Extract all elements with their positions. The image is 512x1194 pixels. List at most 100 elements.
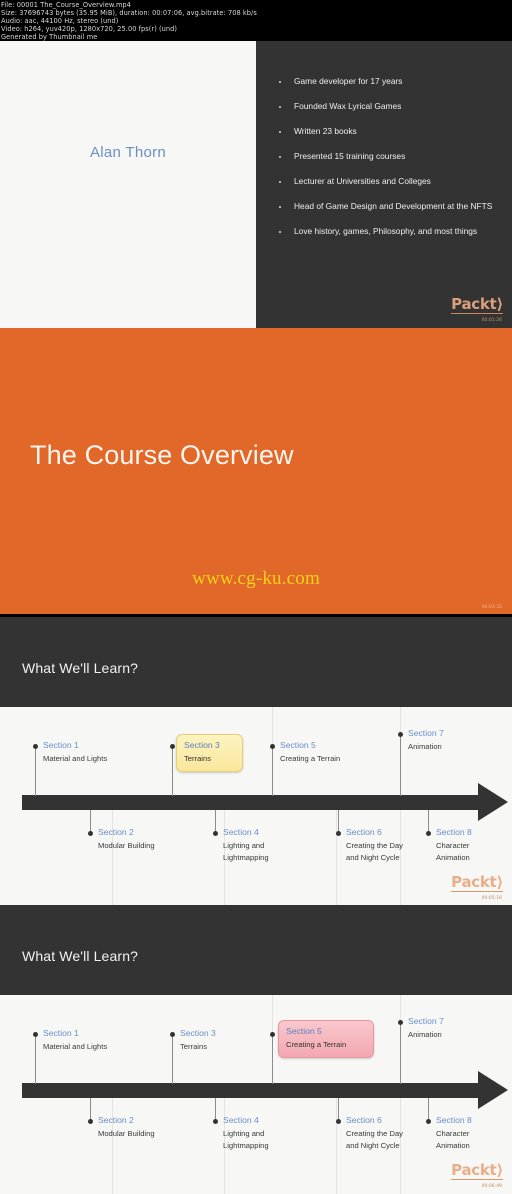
bio-text: Head of Game Design and Development at t… (294, 201, 493, 211)
presenter-panel: Alan Thorn (0, 41, 256, 328)
packt-logo: Packt⟩ (451, 875, 503, 892)
timeline-leader-line (272, 747, 273, 796)
course-timeline: Section 1 Material and Lights Section 3 … (0, 995, 512, 1194)
bullet-dot-icon (279, 180, 281, 183)
timeline-arrow-icon (478, 1071, 508, 1109)
node-title: Section 2 (98, 827, 134, 837)
node-description: Modular Building (98, 1129, 155, 1138)
timeline-node-section-4[interactable]: Section 4 Lighting and Lightmapping (223, 826, 289, 863)
course-timeline: Section 1 Material and Lights Section 3 … (0, 707, 512, 906)
node-description: Creating the Day and Night Cycle (346, 841, 403, 862)
node-description: Lighting and Lightmapping (223, 841, 269, 862)
timeline-node-dot (33, 1032, 38, 1037)
timeline-node-section-1[interactable]: Section 1 Material and Lights (43, 739, 133, 765)
timeline-leader-line (272, 1035, 273, 1084)
timeline-node-section-5-highlight[interactable]: Section 5 Creating a Terrain (278, 1020, 374, 1058)
timeline-node-section-2[interactable]: Section 2 Modular Building (98, 826, 188, 852)
timeline-node-dot (398, 1020, 403, 1025)
timeline-axis (22, 795, 484, 810)
bio-text: Lecturer at Universities and Colleges (294, 176, 431, 186)
timeline-node-section-8[interactable]: Section 8 Character Animation (436, 826, 502, 863)
bio-text: Founded Wax Lyrical Games (294, 101, 402, 111)
packt-logo: Packt⟩ (451, 1163, 503, 1180)
slide-presenter-thumbnail: Alan Thorn Game developer for 17 years F… (0, 41, 512, 328)
timeline-node-section-5[interactable]: Section 5 Creating a Terrain (280, 739, 370, 765)
node-description: Animation (408, 742, 442, 751)
timeline-leader-line (172, 747, 173, 796)
list-item: Head of Game Design and Development at t… (278, 200, 504, 214)
timeline-node-dot (213, 1119, 218, 1124)
list-item: Game developer for 17 years (278, 75, 504, 89)
node-title: Section 3 (184, 740, 220, 750)
node-title: Section 6 (346, 827, 382, 837)
timeline-node-dot (170, 744, 175, 749)
bullet-dot-icon (279, 105, 281, 108)
node-description: Terrains (180, 1042, 208, 1051)
timeline-node-dot (88, 1119, 93, 1124)
packt-logo-text: Packt (451, 873, 497, 891)
node-description: Creating a Terrain (286, 1040, 347, 1049)
node-description: Material and Lights (43, 1042, 108, 1051)
packt-logo-mark: ⟩ (496, 873, 503, 891)
timeline-node-dot (270, 1032, 275, 1037)
timeline-node-section-7[interactable]: Section 7 Animation (408, 1015, 474, 1041)
list-item: Presented 15 training courses (278, 150, 504, 164)
bio-text: Written 23 books (294, 126, 357, 136)
slide-what-well-learn-2: What We'll Learn? Section 1 Material and… (0, 905, 512, 1194)
metadata-line-size: Size: 37696743 bytes (35.95 MiB), durati… (1, 9, 257, 18)
timeline-leader-line (428, 810, 429, 833)
packt-logo-underline (451, 891, 503, 892)
bio-text: Game developer for 17 years (294, 76, 403, 86)
node-description: Material and Lights (43, 754, 108, 763)
packt-logo-text: Packt (451, 1161, 497, 1179)
node-title: Section 2 (98, 1115, 134, 1125)
presenter-name: Alan Thorn (89, 144, 167, 161)
bullet-dot-icon (279, 205, 281, 208)
metadata-line-file: File: 00001 The_Course_Overview.mp4 (1, 1, 131, 9)
list-item: Lecturer at Universities and Colleges (278, 175, 504, 189)
timeline-node-section-8[interactable]: Section 8 Character Animation (436, 1114, 502, 1151)
node-title: Section 5 (280, 740, 316, 750)
timeline-divider (336, 810, 337, 906)
timeline-node-section-7[interactable]: Section 7 Animation (408, 727, 474, 753)
timeline-divider (336, 1098, 337, 1194)
timeline-node-dot (336, 1119, 341, 1124)
timeline-node-dot (213, 831, 218, 836)
node-description: Lighting and Lightmapping (223, 1129, 269, 1150)
node-description: Creating the Day and Night Cycle (346, 1129, 403, 1150)
node-title: Section 1 (43, 740, 79, 750)
timeline-leader-line (400, 735, 401, 796)
node-title: Section 5 (286, 1026, 322, 1036)
packt-logo-underline (451, 1179, 503, 1180)
slide-what-well-learn-1: What We'll Learn? Section 1 Material and… (0, 617, 512, 906)
timeline-axis (22, 1083, 484, 1098)
timeline-node-section-3-highlight[interactable]: Section 3 Terrains (176, 734, 243, 772)
slide-header-bar: What We'll Learn? (0, 905, 512, 995)
packt-logo: Packt⟩ (451, 297, 503, 314)
timeline-leader-line (338, 1098, 339, 1121)
node-title: Section 7 (408, 728, 444, 738)
presenter-bio-list: Game developer for 17 years Founded Wax … (278, 75, 504, 250)
slide-course-overview-thumbnail: The Course Overview www.cg-ku.com 00:03:… (0, 328, 512, 614)
packt-logo-text: Packt (451, 295, 497, 313)
timeline-node-dot (398, 732, 403, 737)
timeline-node-dot (426, 831, 431, 836)
list-item: Written 23 books (278, 125, 504, 139)
video-timestamp: 00:01:26 (481, 318, 502, 323)
node-description: Modular Building (98, 841, 155, 850)
timeline-node-section-2[interactable]: Section 2 Modular Building (98, 1114, 188, 1140)
timeline-node-dot (170, 1032, 175, 1037)
timeline-node-section-6[interactable]: Section 6 Creating the Day and Night Cyc… (346, 826, 412, 863)
timeline-leader-line (215, 810, 216, 833)
presenter-bio-panel: Game developer for 17 years Founded Wax … (256, 41, 512, 328)
timeline-node-section-4[interactable]: Section 4 Lighting and Lightmapping (223, 1114, 289, 1151)
video-timestamp: 00:05:16 (481, 896, 502, 901)
timeline-node-section-3[interactable]: Section 3 Terrains (180, 1027, 246, 1053)
packt-logo-underline (451, 313, 503, 314)
timeline-node-section-6[interactable]: Section 6 Creating the Day and Night Cyc… (346, 1114, 412, 1151)
list-item: Founded Wax Lyrical Games (278, 100, 504, 114)
timeline-leader-line (35, 1035, 36, 1084)
timeline-node-section-1[interactable]: Section 1 Material and Lights (43, 1027, 133, 1053)
metadata-line-audio: Audio: aac, 44100 Hz, stereo (und) (1, 17, 119, 26)
node-title: Section 6 (346, 1115, 382, 1125)
